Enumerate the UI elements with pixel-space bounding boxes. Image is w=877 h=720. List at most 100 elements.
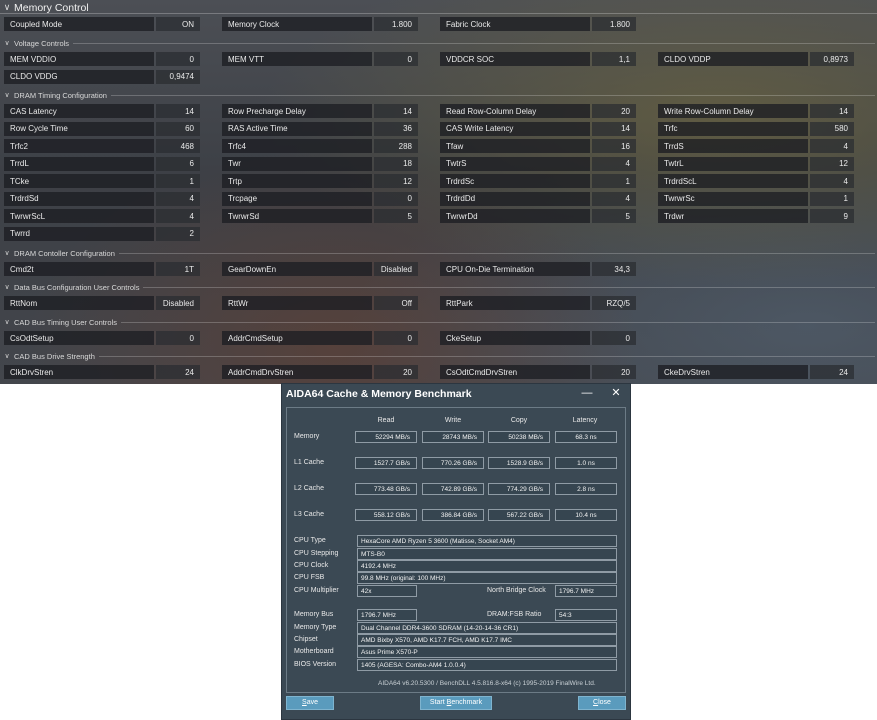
setting-label: RttWr xyxy=(222,296,372,310)
l2-write-value: 742.89 GB/s xyxy=(422,483,484,495)
setting-row: Twr 18 xyxy=(222,156,418,171)
dram-fsb-ratio-label: DRAM:FSB Ratio xyxy=(487,611,542,618)
setting-value: 0 xyxy=(156,331,200,345)
setting-value: 4 xyxy=(810,139,854,153)
setting-row: TrrdS 4 xyxy=(658,139,854,153)
setting-row: RAS Active Time 36 xyxy=(222,121,418,136)
save-button[interactable]: Save xyxy=(286,696,334,710)
l3-write-value: 386.84 GB/s xyxy=(422,509,484,521)
memory-control-panel: ∨ Memory Control Coupled Mode ON Memory Cl… xyxy=(0,0,877,384)
setting-value: 288 xyxy=(374,139,418,153)
setting-value: 580 xyxy=(810,121,854,136)
column-header-latency: Latency xyxy=(572,417,598,424)
cpu-clock-value: 4192.4 MHz xyxy=(357,560,617,572)
setting-value: Disabled xyxy=(374,262,418,276)
title-bar[interactable]: AIDA64 Cache & Memory Benchmark — ✕ xyxy=(282,384,630,404)
l3-read-value: 558.12 GB/s xyxy=(355,509,417,521)
setting-row: TwrwrDd 5 xyxy=(440,209,636,223)
setting-value: 0,8973 xyxy=(810,52,854,66)
setting-value: 1,1 xyxy=(592,52,636,66)
setting-value: 2 xyxy=(156,226,200,241)
setting-row: CsOdtSetup 0 xyxy=(4,331,200,345)
column-header-write: Write xyxy=(444,417,462,424)
setting-value: 1 xyxy=(156,174,200,188)
chevron-down-icon[interactable]: ∨ xyxy=(0,2,14,13)
setting-label: CkeDrvStren xyxy=(658,365,808,379)
column-header-copy: Copy xyxy=(510,417,528,424)
setting-label: Trfc2 xyxy=(4,139,154,153)
memory-write-value: 28743 MB/s xyxy=(422,431,484,443)
setting-row: AddrCmdDrvStren 20 xyxy=(222,365,418,379)
setting-row: VDDCR SOC 1,1 xyxy=(440,52,636,66)
setting-value: 60 xyxy=(156,121,200,136)
row-label-l2: L2 Cache xyxy=(294,485,324,492)
start-benchmark-button[interactable]: Start Benchmark xyxy=(420,696,492,710)
setting-row: CLDO VDDG 0,9474 xyxy=(4,69,200,84)
section-dram-timing[interactable]: ∨ DRAM Timing Configuration xyxy=(0,89,877,101)
setting-row: Memory Clock 1.800 xyxy=(222,17,418,31)
setting-value: 14 xyxy=(374,104,418,118)
chevron-down-icon[interactable]: ∨ xyxy=(0,318,14,326)
setting-row: RttNom Disabled xyxy=(4,296,200,310)
setting-value: 5 xyxy=(374,209,418,223)
setting-row: Trfc4 288 xyxy=(222,139,418,153)
setting-label: TwrwrScL xyxy=(4,209,154,223)
chipset-value: AMD Bixby X570, AMD K17.7 FCH, AMD K17.7… xyxy=(357,634,617,646)
setting-row: CLDO VDDP 0,8973 xyxy=(658,52,854,66)
setting-row: TrrdL 6 xyxy=(4,156,200,171)
setting-row: TwrwrSd 5 xyxy=(222,209,418,223)
bios-version-value: 1405 (AGESA: Combo-AM4 1.0.0.4) xyxy=(357,659,617,671)
setting-value: Off xyxy=(374,296,418,310)
setting-value: 0 xyxy=(374,191,418,206)
section-cad-timing-title: CAD Bus Timing User Controls xyxy=(14,317,117,327)
setting-value: 4 xyxy=(810,174,854,188)
cpu-clock-label: CPU Clock xyxy=(294,562,329,569)
setting-value: 0,9474 xyxy=(156,69,200,84)
setting-label: GearDownEn xyxy=(222,262,372,276)
setting-label: Trcpage xyxy=(222,191,372,206)
setting-value: 14 xyxy=(592,121,636,136)
bios-version-label: BIOS Version xyxy=(294,661,337,668)
window-title: AIDA64 Cache & Memory Benchmark xyxy=(286,388,472,400)
setting-label: TwrwrSc xyxy=(658,191,808,206)
setting-label: Fabric Clock xyxy=(440,17,590,31)
setting-row: Trfc2 468 xyxy=(4,139,200,153)
chevron-down-icon[interactable]: ∨ xyxy=(0,39,14,47)
setting-label: CsOdtCmdDrvStren xyxy=(440,365,590,379)
setting-value: 1.800 xyxy=(592,17,636,31)
close-button-label: lose xyxy=(598,699,611,706)
setting-row: Tfaw 16 xyxy=(440,139,636,153)
section-voltage-controls[interactable]: ∨ Voltage Controls xyxy=(0,37,877,49)
setting-label: Row Precharge Delay xyxy=(222,104,372,118)
setting-row: Trcpage 0 xyxy=(222,191,418,206)
chevron-down-icon[interactable]: ∨ xyxy=(0,249,14,257)
chevron-down-icon[interactable]: ∨ xyxy=(0,352,14,360)
setting-label: CPU On-Die Termination xyxy=(440,262,590,276)
setting-label: ClkDrvStren xyxy=(4,365,154,379)
setting-row: CkeSetup 0 xyxy=(440,331,636,345)
setting-value: 18 xyxy=(374,156,418,171)
setting-row: TrdrdSc 1 xyxy=(440,174,636,188)
setting-label: TrdrdScL xyxy=(658,174,808,188)
divider xyxy=(120,321,875,323)
close-button[interactable]: Close xyxy=(578,696,626,710)
minimize-icon[interactable]: — xyxy=(577,385,597,401)
section-cad-drive[interactable]: ∨ CAD Bus Drive Strength xyxy=(0,350,877,362)
setting-value: 34,3 xyxy=(592,262,636,276)
l2-latency-value: 2.8 ns xyxy=(555,483,617,495)
close-icon[interactable]: ✕ xyxy=(606,385,626,401)
section-cad-timing[interactable]: ∨ CAD Bus Timing User Controls xyxy=(0,316,877,328)
section-data-bus[interactable]: ∨ Data Bus Configuration User Controls xyxy=(0,281,877,293)
setting-value: 16 xyxy=(592,139,636,153)
setting-label: CAS Write Latency xyxy=(440,121,590,136)
setting-label: TrdrdSc xyxy=(440,174,590,188)
chevron-down-icon[interactable]: ∨ xyxy=(0,91,14,99)
setting-label: Trtp xyxy=(222,174,372,188)
setting-label: CsOdtSetup xyxy=(4,331,154,345)
setting-value: 4 xyxy=(592,156,636,171)
section-dram-controller[interactable]: ∨ DRAM Contoller Configuration xyxy=(0,247,877,259)
setting-label: CAS Latency xyxy=(4,104,154,118)
setting-value: 1 xyxy=(592,174,636,188)
setting-label: Cmd2t xyxy=(4,262,154,276)
chevron-down-icon[interactable]: ∨ xyxy=(0,283,14,291)
